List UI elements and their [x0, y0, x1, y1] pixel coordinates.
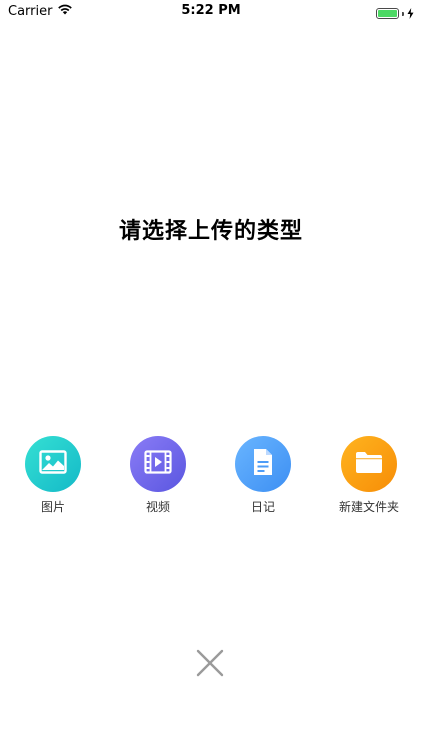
upload-photo-option[interactable]: 图片: [8, 436, 98, 515]
new-folder-option[interactable]: 新建文件夹: [324, 436, 414, 515]
folder-option-label: 新建文件夹: [338, 500, 399, 514]
video-icon: [144, 450, 172, 478]
battery-cap: [402, 11, 404, 16]
charging-icon: [407, 4, 414, 23]
folder-icon: [355, 450, 383, 478]
status-time: 5:22 PM: [181, 3, 241, 18]
image-icon: [39, 450, 67, 478]
status-bar-right: [376, 4, 414, 23]
photo-option-label: 图片: [40, 500, 65, 514]
video-option-circle[interactable]: [130, 436, 186, 492]
folder-option-circle[interactable]: [341, 436, 397, 492]
upload-type-title: 请选择上传的类型: [118, 219, 303, 244]
upload-options: 图片 视频 日记 新建文件夹: [0, 436, 422, 526]
video-option-label: 视频: [145, 500, 170, 514]
upload-video-option[interactable]: 视频: [113, 436, 203, 515]
status-bar: Carrier 5:22 PM: [0, 0, 422, 22]
diary-option-circle[interactable]: [235, 436, 291, 492]
upload-diary-option[interactable]: 日记: [218, 436, 308, 515]
diary-option-label: 日记: [250, 500, 275, 514]
close-icon: [193, 649, 227, 684]
battery-icon: [376, 8, 399, 19]
close-button[interactable]: [193, 646, 227, 680]
battery-level-fill: [378, 10, 397, 17]
photo-option-circle[interactable]: [25, 436, 81, 492]
document-icon: [252, 448, 274, 480]
